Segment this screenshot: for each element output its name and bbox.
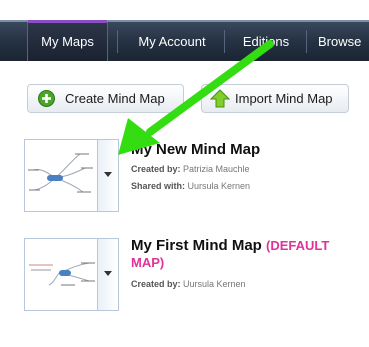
annotation-arrow-icon (118, 40, 274, 155)
